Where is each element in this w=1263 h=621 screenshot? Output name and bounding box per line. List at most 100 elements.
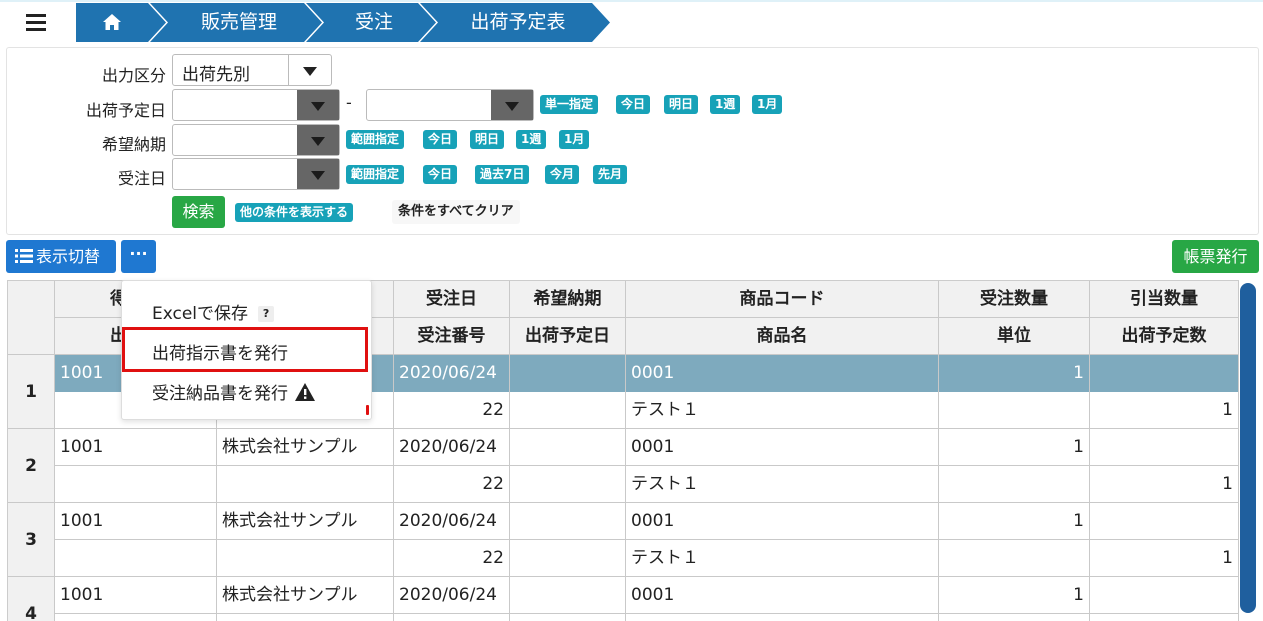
calendar-dropdown-icon[interactable] xyxy=(297,90,339,120)
more-conditions-button[interactable]: 他の条件を表示する xyxy=(235,203,354,222)
issue-report-button[interactable]: 帳票発行 xyxy=(1172,240,1259,273)
table-cell[interactable]: テスト１ xyxy=(626,392,939,429)
table-cell[interactable]: 1 xyxy=(939,503,1090,540)
column-header[interactable]: 受注日 xyxy=(394,281,510,318)
column-header[interactable]: 引当数量 xyxy=(1090,281,1239,318)
table-cell[interactable] xyxy=(217,466,394,503)
clear-conditions-button[interactable]: 条件をすべてクリア xyxy=(392,200,520,224)
table-cell[interactable]: 株式会社サンプル xyxy=(217,577,394,614)
table-cell[interactable] xyxy=(1090,614,1239,621)
table-cell[interactable] xyxy=(55,540,217,577)
column-header[interactable]: 商品コード xyxy=(626,281,939,318)
calendar-dropdown-icon[interactable] xyxy=(491,90,533,120)
table-cell[interactable]: 2020/06/24 xyxy=(394,429,510,466)
menu-item-issue-shipping-instruction[interactable]: 出荷指示書を発行 xyxy=(152,339,288,364)
row-number[interactable]: 3 xyxy=(8,503,55,577)
output-type-select[interactable]: 出荷先別 xyxy=(172,54,332,86)
column-header[interactable]: 受注数量 xyxy=(939,281,1090,318)
desired-date-range-button[interactable]: 範囲指定 xyxy=(346,130,405,149)
ship-date-today-button[interactable]: 今日 xyxy=(616,95,651,114)
row-number[interactable]: 1 xyxy=(8,355,55,429)
ship-date-to-input[interactable] xyxy=(366,89,534,121)
calendar-dropdown-icon[interactable] xyxy=(297,159,339,189)
column-header[interactable]: 出荷予定日 xyxy=(510,318,626,355)
table-cell[interactable]: 1001 xyxy=(55,577,217,614)
order-date-range-button[interactable]: 範囲指定 xyxy=(346,165,405,184)
table-cell[interactable] xyxy=(55,466,217,503)
table-cell[interactable] xyxy=(510,540,626,577)
breadcrumb-home[interactable] xyxy=(76,3,166,42)
ship-date-from-input[interactable] xyxy=(172,89,340,121)
table-cell[interactable]: 1 xyxy=(939,355,1090,392)
table-cell[interactable] xyxy=(939,392,1090,429)
table-cell[interactable]: 2020/06/24 xyxy=(394,577,510,614)
table-cell[interactable] xyxy=(939,614,1090,621)
breadcrumb-order[interactable]: 受注 xyxy=(306,3,436,42)
order-date-input[interactable] xyxy=(172,158,340,190)
table-cell[interactable] xyxy=(510,429,626,466)
column-header[interactable]: 商品名 xyxy=(626,318,939,355)
table-cell[interactable] xyxy=(217,540,394,577)
table-cell[interactable] xyxy=(217,614,394,621)
table-cell[interactable]: 0001 xyxy=(626,355,939,392)
table-cell[interactable]: 1 xyxy=(1090,392,1239,429)
table-cell[interactable] xyxy=(626,614,939,621)
column-header[interactable]: 単位 xyxy=(939,318,1090,355)
table-cell[interactable]: テスト１ xyxy=(626,540,939,577)
table-cell[interactable]: 2020/06/24 xyxy=(394,355,510,392)
order-date-last-month-button[interactable]: 先月 xyxy=(593,165,628,184)
table-cell[interactable] xyxy=(1090,429,1239,466)
table-cell[interactable]: 1001 xyxy=(55,503,217,540)
table-cell[interactable]: 1 xyxy=(1090,466,1239,503)
table-cell[interactable] xyxy=(1090,503,1239,540)
menu-item-issue-delivery-note[interactable]: 受注納品書を発行 xyxy=(152,379,316,404)
table-cell[interactable] xyxy=(510,614,626,621)
table-cell[interactable]: 1 xyxy=(1090,540,1239,577)
desired-date-today-button[interactable]: 今日 xyxy=(423,130,458,149)
ship-date-week-button[interactable]: 1週 xyxy=(710,95,741,114)
desired-date-month-button[interactable]: 1月 xyxy=(559,130,590,149)
table-cell[interactable]: 1001 xyxy=(55,429,217,466)
display-toggle-button[interactable]: 表示切替 xyxy=(6,240,116,273)
column-header[interactable]: 出荷予定数 xyxy=(1090,318,1239,355)
table-cell[interactable] xyxy=(510,577,626,614)
table-cell[interactable]: 0001 xyxy=(626,577,939,614)
table-cell[interactable]: 1 xyxy=(939,577,1090,614)
search-button[interactable]: 検索 xyxy=(172,196,225,228)
more-options-button[interactable]: ··· xyxy=(121,240,156,273)
order-date-this-month-button[interactable]: 今月 xyxy=(545,165,580,184)
ship-date-tomorrow-button[interactable]: 明日 xyxy=(664,95,699,114)
row-number[interactable]: 4 xyxy=(8,577,55,621)
table-cell[interactable] xyxy=(510,503,626,540)
order-date-today-button[interactable]: 今日 xyxy=(423,165,458,184)
table-cell[interactable]: 22 xyxy=(394,466,510,503)
table-cell[interactable]: テスト１ xyxy=(626,466,939,503)
desired-date-tomorrow-button[interactable]: 明日 xyxy=(470,130,505,149)
menu-item-save-excel[interactable]: Excelで保存? xyxy=(152,299,275,324)
table-cell[interactable] xyxy=(394,614,510,621)
breadcrumb-sales[interactable]: 販売管理 xyxy=(150,3,322,42)
desired-date-week-button[interactable]: 1週 xyxy=(516,130,547,149)
column-header[interactable]: 希望納期 xyxy=(510,281,626,318)
table-cell[interactable]: 株式会社サンプル xyxy=(217,503,394,540)
table-cell[interactable]: 22 xyxy=(394,540,510,577)
table-cell[interactable] xyxy=(510,392,626,429)
table-cell[interactable] xyxy=(510,355,626,392)
order-date-past7-button[interactable]: 過去7日 xyxy=(475,165,530,184)
column-header[interactable]: 受注番号 xyxy=(394,318,510,355)
table-cell[interactable]: 22 xyxy=(394,392,510,429)
ship-date-single-button[interactable]: 単一指定 xyxy=(540,95,599,114)
table-cell[interactable] xyxy=(55,614,217,621)
table-cell[interactable]: 0001 xyxy=(626,503,939,540)
ship-date-month-button[interactable]: 1月 xyxy=(752,95,783,114)
desired-date-input[interactable] xyxy=(172,124,340,156)
table-cell[interactable] xyxy=(939,540,1090,577)
table-cell[interactable] xyxy=(1090,577,1239,614)
table-cell[interactable]: 1 xyxy=(939,429,1090,466)
table-cell[interactable] xyxy=(939,466,1090,503)
table-cell[interactable]: 株式会社サンプル xyxy=(217,429,394,466)
table-cell[interactable] xyxy=(510,466,626,503)
table-cell[interactable] xyxy=(1090,355,1239,392)
hamburger-menu-icon[interactable] xyxy=(24,10,50,36)
table-cell[interactable]: 0001 xyxy=(626,429,939,466)
